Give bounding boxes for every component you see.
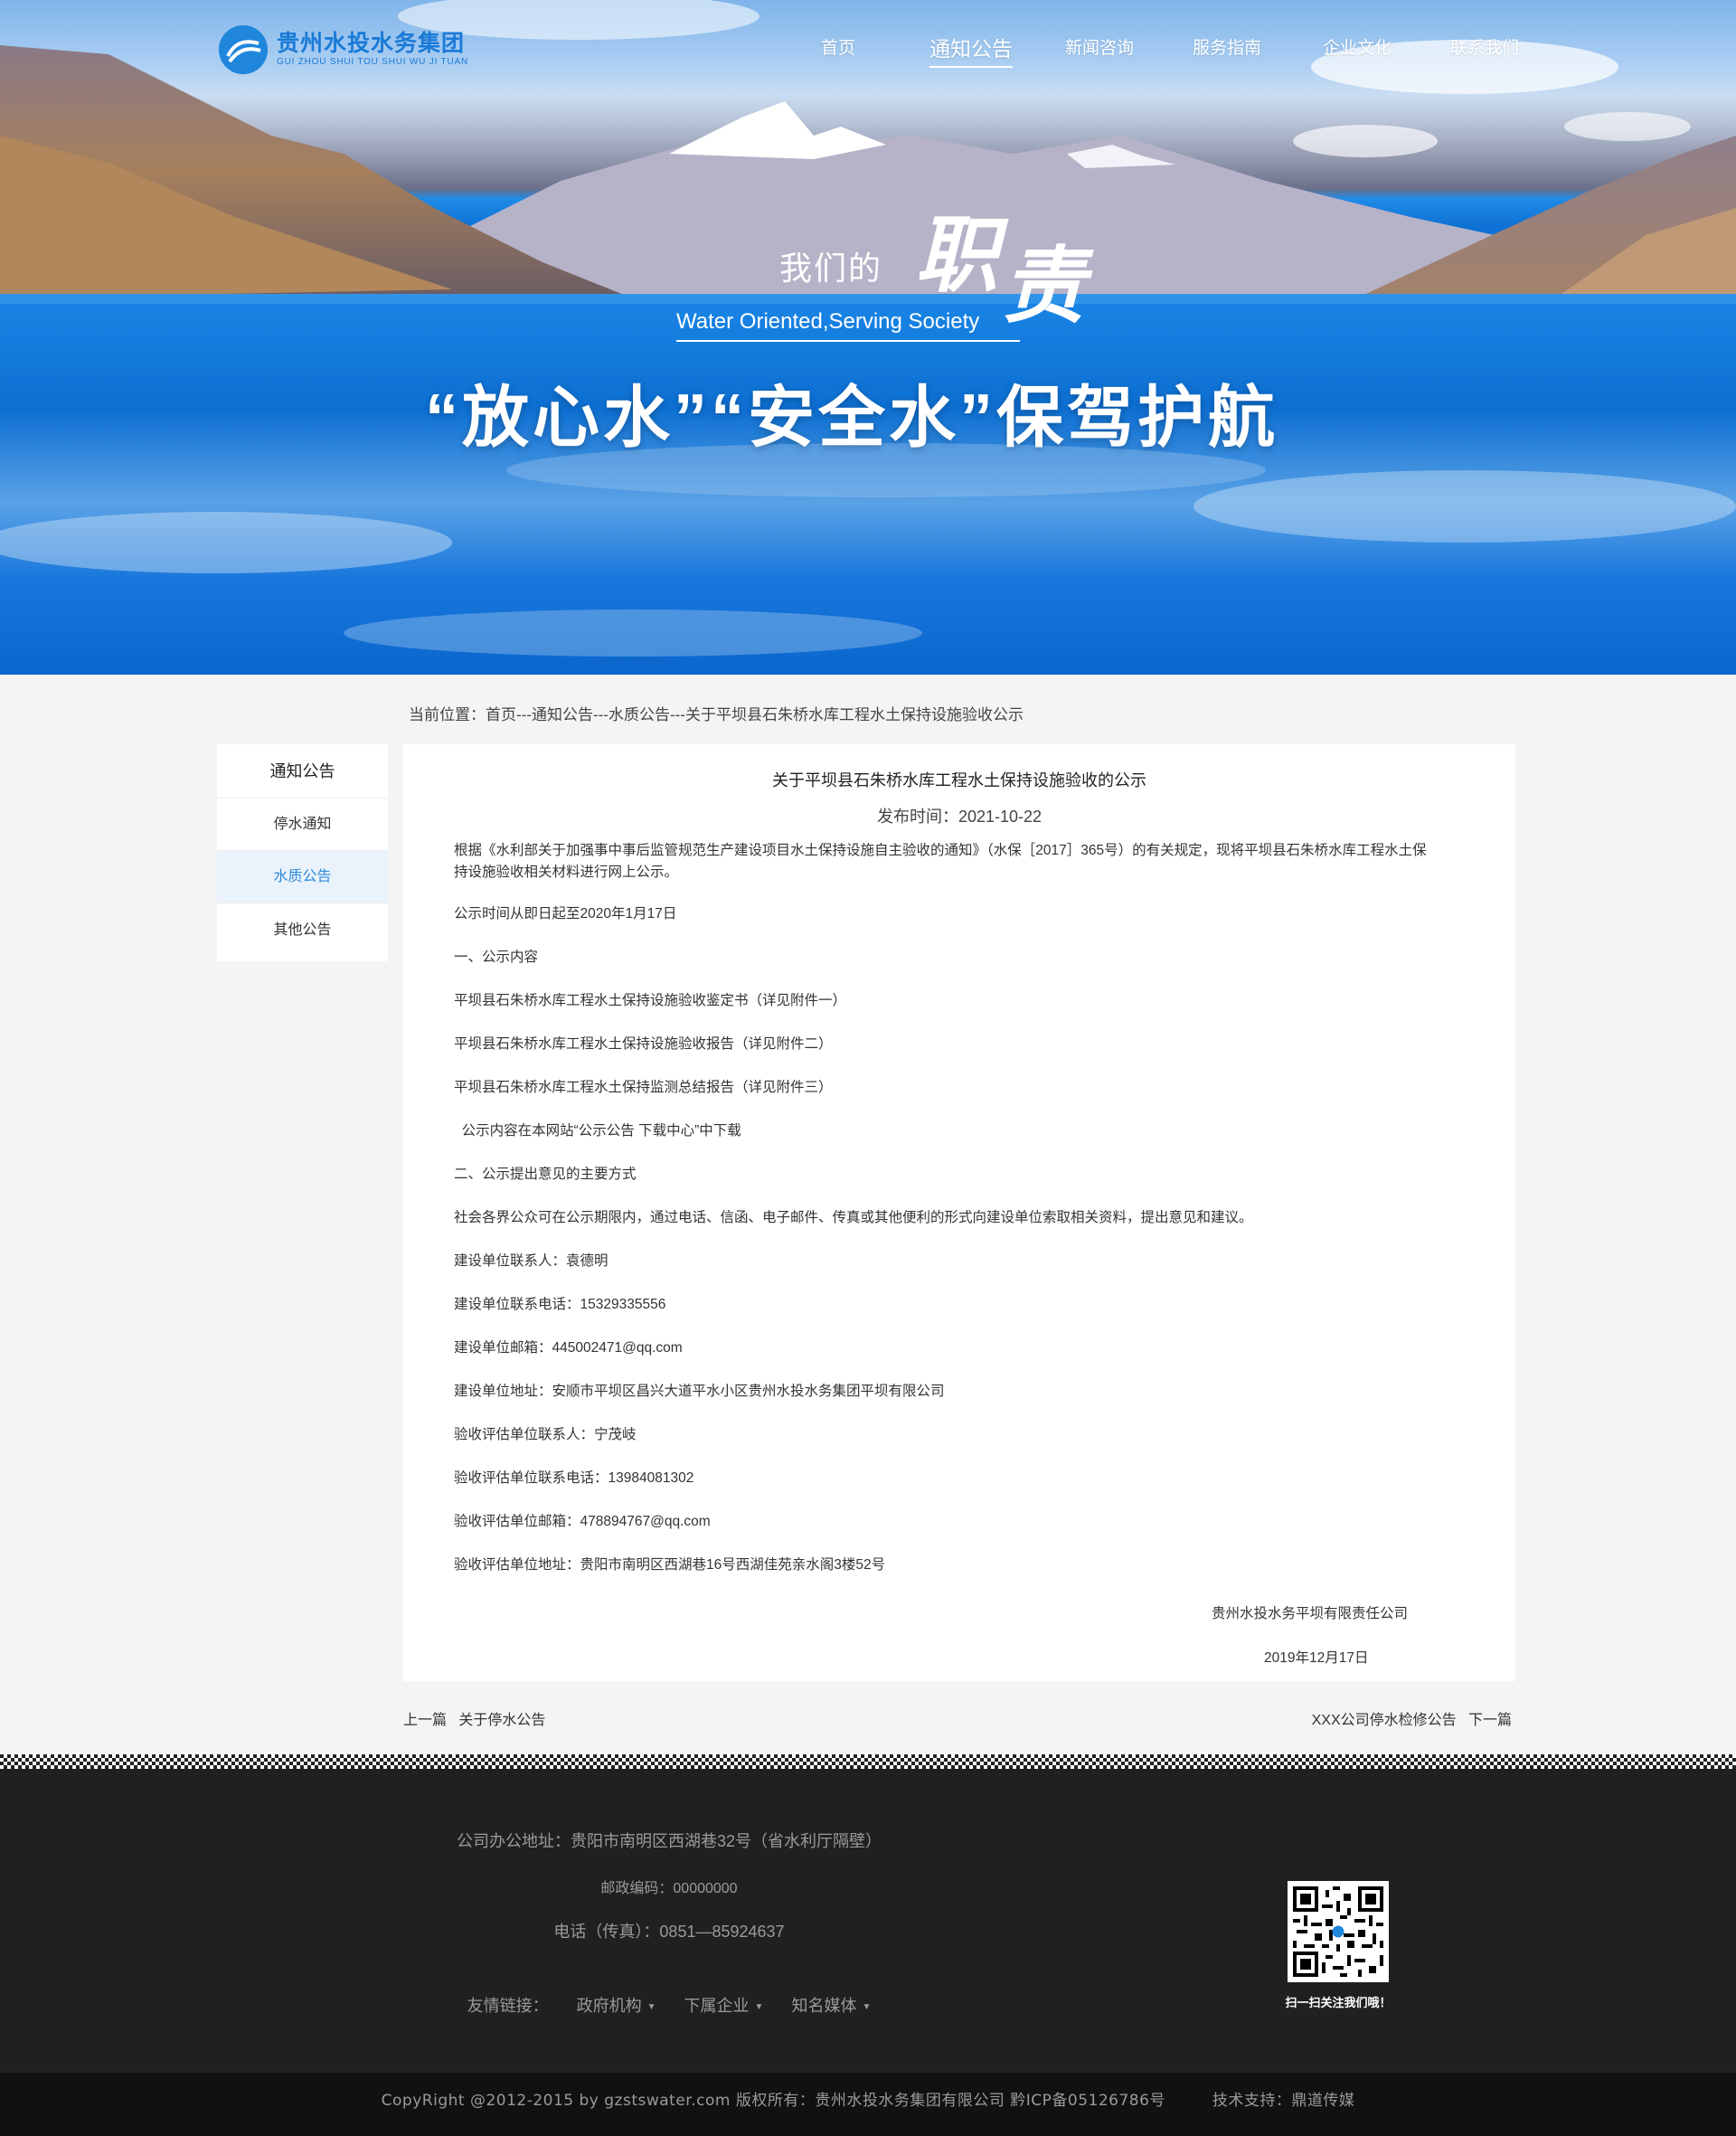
article-signature-org: 贵州水投水务平坝有限责任公司 <box>1212 1606 1409 1621</box>
caret-down-icon: ▼ <box>646 2002 656 2012</box>
footer-checker-divider <box>0 1754 1736 1769</box>
banner-slogan-en: Water Oriented,Serving Society <box>676 309 1020 342</box>
main-nav: 首页 通知公告 新闻咨询 服务指南 企业文化 联系我们 <box>0 34 1736 71</box>
nav-item-notices[interactable]: 通知公告 <box>929 32 1013 68</box>
footer-link-subsidiaries[interactable]: 下属企业 ▼ <box>684 1997 764 2015</box>
footer-link-media[interactable]: 知名媒体 ▼ <box>791 1997 871 2015</box>
pager-next[interactable]: XXX公司停水检修公告 下一篇 <box>1312 1707 1512 1729</box>
article-intro-line-1: 根据《水利部关于加强事中事后监管规范生产建设项目水土保持设施自主验收的通知》（水… <box>454 843 1427 858</box>
sidebar: 通知公告 停水通知 水质公告 其他公告 <box>217 744 388 961</box>
article-paragraph: 建设单位邮箱：445002471@qq.com <box>454 1340 683 1356</box>
article-paragraph: 建设单位联系电话：15329335556 <box>454 1297 666 1312</box>
footer-link-label: 知名媒体 <box>791 1997 857 2015</box>
caret-down-icon: ▼ <box>862 2002 872 2012</box>
qr-caption: 扫一扫关注我们哦！ <box>1285 1996 1392 2009</box>
copyright-bar: CopyRight @2012-2015 by gzstswater.com 版… <box>0 2073 1736 2136</box>
pager-prev-title[interactable]: 关于停水公告 <box>458 1713 545 1728</box>
article-intro-line-2: 持设施验收相关材料进行网上公示。 <box>454 865 679 880</box>
article-paragraph: 平坝县石朱桥水库工程水土保持设施验收报告（详见附件二） <box>454 1036 833 1052</box>
pager-next-label[interactable]: 下一篇 <box>1468 1713 1512 1728</box>
article-paragraph: 验收评估单位地址：贵阳市南明区西湖巷16号西湖佳苑亲水阁3楼52号 <box>454 1557 886 1573</box>
article-paragraph: 建设单位地址：安顺市平坝区昌兴大道平水小区贵州水投水务集团平坝有限公司 <box>454 1384 945 1399</box>
article-paragraph: 平坝县石朱桥水库工程水土保持设施验收鉴定书（详见附件一） <box>454 993 847 1008</box>
article-paragraph: 二、公示提出意见的主要方式 <box>454 1167 637 1182</box>
copyright-text: CopyRight @2012-2015 by gzstswater.com 版… <box>381 2092 1165 2110</box>
article-body: 根据《水利部关于加强事中事后监管规范生产建设项目水土保持设施自主验收的通知》（水… <box>454 840 1467 1576</box>
footer-address: 公司办公地址：贵阳市南明区西湖巷32号（省水利厅隔壁） <box>456 1832 882 1850</box>
nav-item-news[interactable]: 新闻咨询 <box>1065 34 1134 62</box>
article-panel: 关于平坝县石朱桥水库工程水土保持设施验收的公示 发布时间：2021-10-22 … <box>403 744 1515 1681</box>
article-paragraph: 一、公示内容 <box>454 950 539 965</box>
footer-phone: 电话（传真）：0851—85924637 <box>553 1923 785 1941</box>
nav-item-home[interactable]: 首页 <box>821 34 855 62</box>
article-paragraph: 社会各界公众可在公示期限内，通过电话、信函、电子邮件、传真或其他便利的形式向建设… <box>454 1210 1253 1225</box>
article-paragraph: 建设单位联系人：袁德明 <box>454 1253 609 1269</box>
banner-slogan-small: 我们的 <box>779 250 883 288</box>
qr-code-icon <box>1288 1881 1389 1982</box>
footer-link-government[interactable]: 政府机构 ▼ <box>577 1997 656 2015</box>
footer-link-label: 下属企业 <box>684 1997 750 2015</box>
footer-postcode: 邮政编码：00000000 <box>600 1881 738 1896</box>
pager-next-title[interactable]: XXX公司停水检修公告 <box>1312 1713 1457 1728</box>
sidebar-item-water-outage[interactable]: 停水通知 <box>217 799 388 851</box>
article-paragraph: 公示时间从即日起至2020年1月17日 <box>454 906 677 922</box>
article-title: 关于平坝县石朱桥水库工程水土保持设施验收的公示 <box>772 771 1146 789</box>
tech-support-text: 技术支持：鼎道传媒 <box>1212 2092 1355 2110</box>
article-paragraph: 公示内容在本网站“公示公告 下载中心”中下载 <box>454 1123 741 1139</box>
footer-links: 友情链接： 政府机构 ▼ 下属企业 ▼ 知名媒体 ▼ <box>0 1993 1338 2017</box>
nav-item-culture[interactable]: 企业文化 <box>1323 34 1392 62</box>
breadcrumb[interactable]: 当前位置：首页---通知公告---水质公告---关于平坝县石朱桥水库工程水土保持… <box>409 702 1024 724</box>
article-signature-date: 2019年12月17日 <box>1264 1650 1369 1666</box>
sidebar-item-other[interactable]: 其他公告 <box>217 903 388 961</box>
nav-item-contact[interactable]: 联系我们 <box>1450 34 1519 62</box>
nav-item-service-guide[interactable]: 服务指南 <box>1193 34 1261 62</box>
article-date: 发布时间：2021-10-22 <box>876 808 1043 826</box>
banner-slogan-main: “放心水”“安全水”保驾护航 <box>425 380 1278 455</box>
pager-prev-label[interactable]: 上一篇 <box>403 1713 447 1728</box>
article-paragraph: 验收评估单位联系人：宁茂岐 <box>454 1427 637 1442</box>
caret-down-icon: ▼ <box>754 2002 764 2012</box>
footer-link-label: 政府机构 <box>576 1997 642 2015</box>
banner-slogan-big-1: 职 <box>915 206 999 304</box>
article-paragraph: 验收评估单位联系电话：13984081302 <box>454 1470 694 1486</box>
article-paragraph: 验收评估单位邮箱：478894767@qq.com <box>454 1514 711 1529</box>
article-paragraph: 平坝县石朱桥水库工程水土保持监测总结报告（详见附件三） <box>454 1080 833 1095</box>
pager-prev[interactable]: 上一篇 关于停水公告 <box>403 1707 545 1729</box>
footer: 公司办公地址：贵阳市南明区西湖巷32号（省水利厅隔壁） 邮政编码：0000000… <box>0 1769 1736 2073</box>
sidebar-title: 通知公告 <box>217 744 388 799</box>
sidebar-item-water-quality[interactable]: 水质公告 <box>217 851 388 903</box>
hero-banner: 贵州水投水务集团 GUI ZHOU SHUI TOU SHUI WU JI TU… <box>0 0 1736 675</box>
footer-links-label: 友情链接： <box>467 1997 549 2015</box>
